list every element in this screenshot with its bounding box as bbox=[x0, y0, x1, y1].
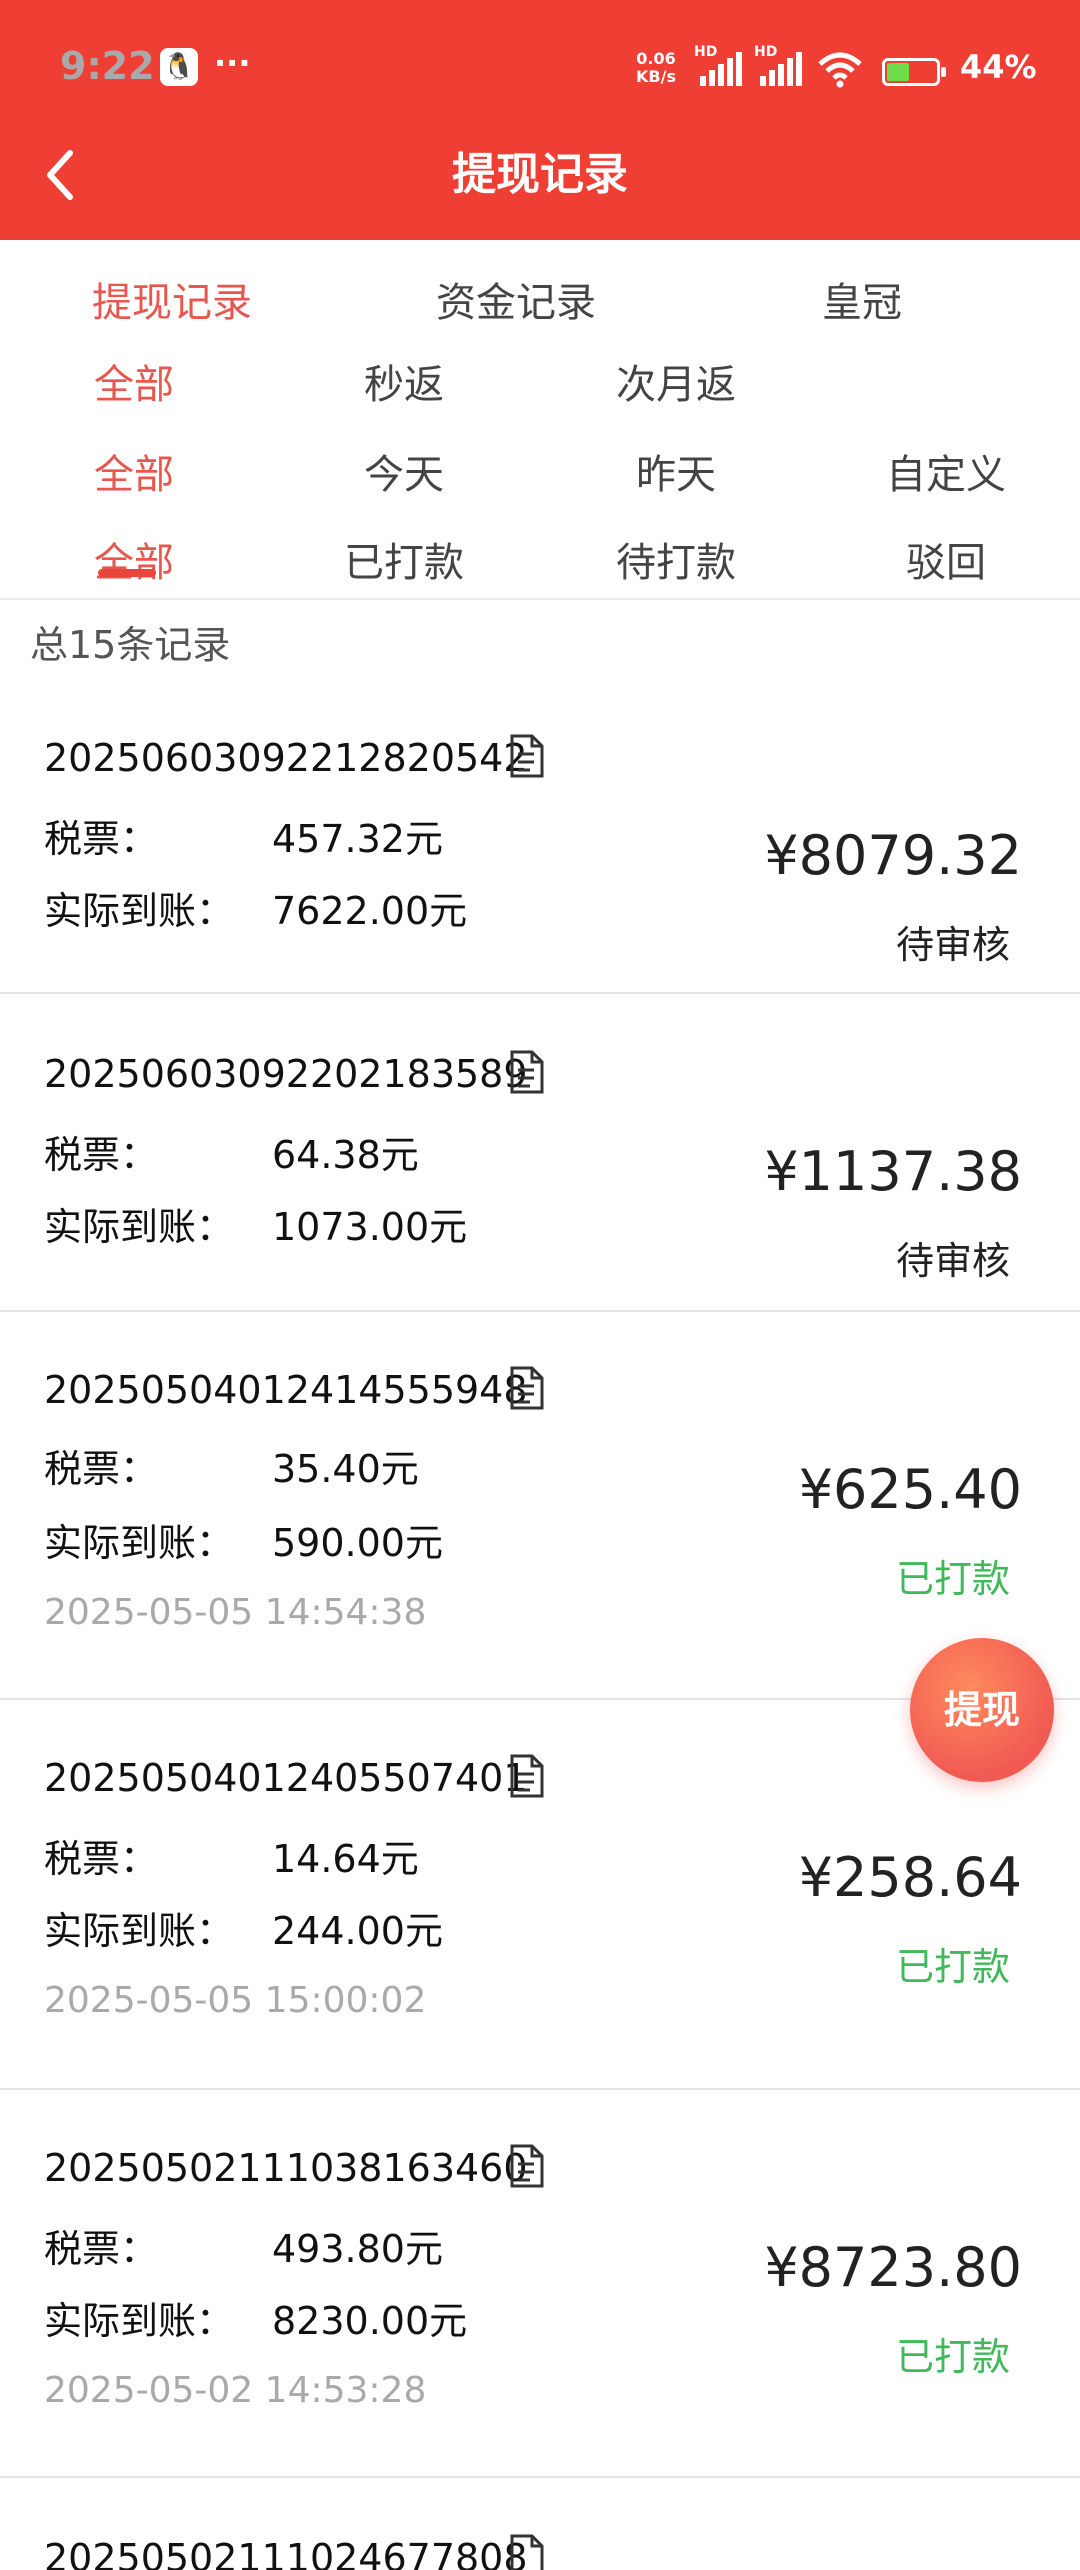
type-filter-instant[interactable]: 秒返 bbox=[364, 352, 444, 410]
actual-value: 7622.00元 bbox=[272, 889, 468, 933]
tax-label: 税票： bbox=[44, 1837, 159, 1881]
amount: ¥258.64 bbox=[798, 1846, 1022, 1909]
date-filter-custom[interactable]: 自定义 bbox=[886, 442, 1006, 500]
battery-icon bbox=[882, 58, 946, 86]
actual-value: 244.00元 bbox=[272, 1909, 443, 1953]
copy-icon[interactable] bbox=[506, 2534, 546, 2570]
type-filter-next-month[interactable]: 次月返 bbox=[616, 352, 736, 410]
main-tabs: 提现记录 资金记录 皇冠 bbox=[0, 270, 1080, 340]
actual-value: 8230.00元 bbox=[272, 2299, 468, 2343]
status-filter-pending-payment[interactable]: 待打款 bbox=[616, 530, 736, 588]
list-item[interactable]: 20250502111038163460 税票： 493.80元 实际到账： 8… bbox=[0, 2090, 1080, 2478]
timestamp: 2025-05-05 14:54:38 bbox=[44, 1592, 427, 1633]
record-count: 总15条记录 bbox=[30, 623, 231, 667]
status-badge: 已打款 bbox=[895, 2335, 1010, 2379]
list-item[interactable]: 20250504012414555948 税票： 35.40元 实际到账： 59… bbox=[0, 1312, 1080, 1700]
page-title: 提现记录 bbox=[452, 149, 628, 200]
copy-icon[interactable] bbox=[506, 2144, 546, 2188]
tax-label: 税票： bbox=[44, 817, 159, 861]
copy-icon[interactable] bbox=[506, 1366, 546, 1410]
tab-withdraw-records[interactable]: 提现记录 bbox=[92, 270, 252, 328]
tab-crown[interactable]: 皇冠 bbox=[822, 270, 902, 328]
order-number: 20250603092202183589 bbox=[44, 1052, 528, 1096]
actual-label: 实际到账： bbox=[44, 1521, 235, 1565]
amount: ¥625.40 bbox=[798, 1458, 1022, 1521]
qq-notification-icon: 🐧 bbox=[160, 48, 198, 86]
actual-label: 实际到账： bbox=[44, 1909, 235, 1953]
list-item[interactable]: 20250504012405507401 税票： 14.64元 实际到账： 24… bbox=[0, 1700, 1080, 2090]
divider bbox=[0, 598, 1080, 600]
tax-label: 税票： bbox=[44, 1447, 159, 1491]
amount: ¥8723.80 bbox=[764, 2236, 1022, 2299]
type-filter: 全部 秒返 次月返 bbox=[0, 352, 1080, 422]
order-number: 20250502111024677808 bbox=[44, 2536, 528, 2570]
list-item[interactable]: 2025060309221282054​2 税票： 457.32元 实际到账： … bbox=[0, 690, 1080, 994]
actual-value: 1073.00元 bbox=[272, 1205, 468, 1249]
timestamp: 2025-05-05 15:00:02 bbox=[44, 1980, 427, 2021]
date-filter-today[interactable]: 今天 bbox=[364, 442, 444, 500]
tax-value: 14.64元 bbox=[272, 1837, 419, 1881]
list-item[interactable]: 20250603092202183589 税票： 64.38元 实际到账： 10… bbox=[0, 994, 1080, 1312]
order-number: 20250504012414555948 bbox=[44, 1368, 528, 1412]
battery-percent: 44% bbox=[960, 48, 1037, 86]
network-speed-unit: KB/s bbox=[636, 67, 676, 86]
copy-icon[interactable] bbox=[506, 1754, 546, 1798]
wifi-icon bbox=[818, 52, 862, 88]
order-number: 20250502111038163460 bbox=[44, 2146, 528, 2190]
tab-fund-records[interactable]: 资金记录 bbox=[436, 270, 596, 328]
actual-label: 实际到账： bbox=[44, 889, 235, 933]
tax-value: 457.32元 bbox=[272, 817, 443, 861]
clock: 9:22 bbox=[60, 44, 155, 88]
status-filter-rejected[interactable]: 驳回 bbox=[906, 530, 986, 588]
status-badge: 待审核 bbox=[895, 1239, 1010, 1283]
copy-icon[interactable] bbox=[506, 734, 546, 778]
status-filter-all[interactable]: 全部 bbox=[94, 530, 174, 588]
order-number: 2025060309221282054​2 bbox=[44, 736, 528, 780]
actual-value: 590.00元 bbox=[272, 1521, 443, 1565]
signal-icon-2 bbox=[760, 52, 805, 86]
type-filter-all[interactable]: 全部 bbox=[94, 352, 174, 410]
network-speed-value: 0.06 bbox=[636, 49, 676, 68]
tax-label: 税票： bbox=[44, 2227, 159, 2271]
status-badge: 已打款 bbox=[895, 1557, 1010, 1601]
date-filter-yesterday[interactable]: 昨天 bbox=[636, 442, 716, 500]
amount: ¥8079.32 bbox=[764, 824, 1022, 887]
tax-value: 64.38元 bbox=[272, 1133, 419, 1177]
withdraw-fab-button[interactable]: 提现 bbox=[910, 1638, 1054, 1782]
tax-label: 税票： bbox=[44, 1133, 159, 1177]
timestamp: 2025-05-02 14:53:28 bbox=[44, 2370, 427, 2411]
tax-value: 493.80元 bbox=[272, 2227, 443, 2271]
amount: ¥1137.38 bbox=[764, 1140, 1022, 1203]
copy-icon[interactable] bbox=[506, 1050, 546, 1094]
status-badge: 待审核 bbox=[895, 923, 1010, 967]
date-filter: 全部 今天 昨天 自定义 bbox=[0, 442, 1080, 512]
status-filter-paid[interactable]: 已打款 bbox=[344, 530, 464, 588]
list-item[interactable]: 20250502111024677808 bbox=[0, 2478, 1080, 2570]
more-notifications-icon: ··· bbox=[214, 44, 251, 82]
status-bar: 9:22 🐧 ··· 0.06 KB/s HD HD 44% bbox=[0, 0, 1080, 140]
network-speed: 0.06 KB/s bbox=[636, 50, 676, 86]
order-number: 20250504012405507401 bbox=[44, 1756, 528, 1800]
status-badge: 已打款 bbox=[895, 1945, 1010, 1989]
tax-value: 35.40元 bbox=[272, 1447, 419, 1491]
actual-label: 实际到账： bbox=[44, 2299, 235, 2343]
date-filter-all[interactable]: 全部 bbox=[94, 442, 174, 500]
signal-icon-1 bbox=[700, 52, 745, 86]
app-header: 9:22 🐧 ··· 0.06 KB/s HD HD 44% 提现记录 bbox=[0, 0, 1080, 240]
status-filter: 全部 已打款 待打款 驳回 bbox=[0, 530, 1080, 600]
active-filter-underline bbox=[98, 569, 156, 577]
actual-label: 实际到账： bbox=[44, 1205, 235, 1249]
